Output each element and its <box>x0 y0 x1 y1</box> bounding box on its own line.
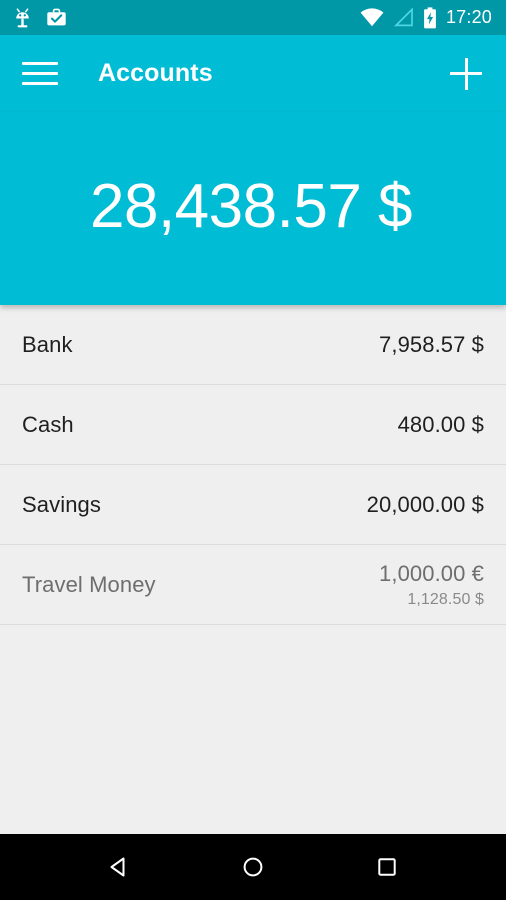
total-balance-amount: 28,438.57 $ <box>89 171 413 241</box>
battery-charging-icon <box>424 6 436 28</box>
account-row-travel-money[interactable]: Travel Money 1,000.00 € 1,128.50 $ <box>0 545 506 625</box>
android-debug-icon <box>16 8 29 28</box>
account-row-bank[interactable]: Bank 7,958.57 $ <box>0 305 506 385</box>
account-values: 20,000.00 $ <box>367 492 484 518</box>
status-bar-clock: 17:20 <box>445 7 492 27</box>
app-bar: Accounts <box>0 35 506 112</box>
cellular-signal-icon <box>393 8 413 27</box>
account-amount: 7,958.57 $ <box>379 331 484 357</box>
account-name: Bank <box>22 331 73 357</box>
menu-bar-3 <box>22 82 58 85</box>
page-title: Accounts <box>98 59 213 87</box>
recents-square-icon <box>378 858 396 876</box>
status-bar-right-icons: 17:20 <box>360 6 492 29</box>
hamburger-menu-icon[interactable] <box>20 54 60 94</box>
account-name: Cash <box>22 411 74 437</box>
account-values: 1,000.00 € 1,128.50 $ <box>379 561 484 609</box>
status-bar-left-icons <box>13 7 67 28</box>
account-values: 7,958.57 $ <box>379 332 484 358</box>
home-circle-icon <box>243 857 263 877</box>
list-empty-area <box>0 625 506 834</box>
plus-icon[interactable] <box>444 52 488 96</box>
total-balance-header: 28,438.57 $ <box>0 112 506 305</box>
account-row-savings[interactable]: Savings 20,000.00 $ <box>0 465 506 545</box>
wifi-icon <box>360 8 384 27</box>
back-triangle-icon <box>110 857 125 877</box>
account-name: Savings <box>22 491 101 517</box>
account-amount: 1,000.00 € <box>379 560 484 586</box>
status-bar: 17:20 <box>0 0 506 35</box>
back-button[interactable] <box>93 841 145 893</box>
menu-bar-2 <box>22 72 58 75</box>
account-values: 480.00 $ <box>398 412 484 438</box>
work-profile-briefcase-icon <box>47 8 66 26</box>
home-button[interactable] <box>227 841 279 893</box>
account-name: Travel Money <box>22 571 156 597</box>
menu-bar-1 <box>22 62 58 65</box>
account-converted-amount: 1,128.50 $ <box>407 590 484 608</box>
account-amount: 20,000.00 $ <box>366 491 484 517</box>
recents-button[interactable] <box>361 841 413 893</box>
app-screen: 17:20 Accounts 28,438.57 $ Bank 7,958.57… <box>0 0 506 900</box>
accounts-list: Bank 7,958.57 $ Cash 480.00 $ Savings 20… <box>0 305 506 834</box>
account-row-cash[interactable]: Cash 480.00 $ <box>0 385 506 465</box>
android-nav-bar <box>0 834 506 900</box>
account-amount: 480.00 $ <box>397 411 484 437</box>
